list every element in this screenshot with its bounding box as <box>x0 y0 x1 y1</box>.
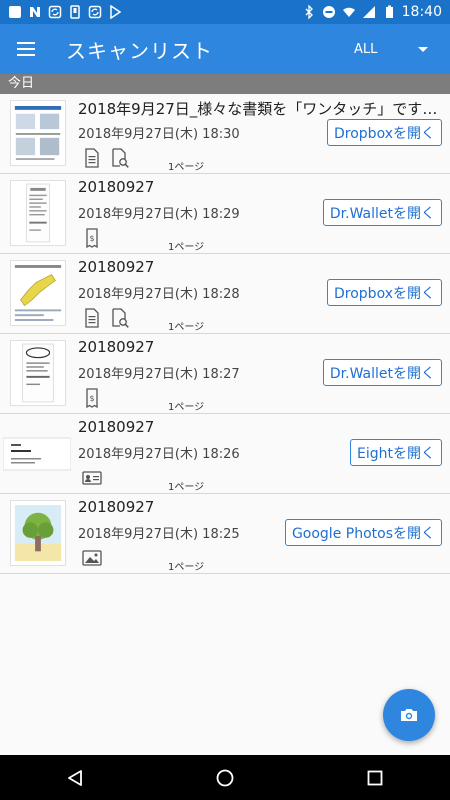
back-triangle-icon <box>68 769 82 786</box>
scan-title: 20180927 <box>78 418 155 436</box>
app-notification-icon <box>9 6 21 18</box>
page-count: 1ページ <box>168 402 205 413</box>
play-store-icon <box>110 5 122 19</box>
page-count: 1ページ <box>168 322 205 333</box>
filter-value: ALL <box>354 41 378 57</box>
scan-title: 20180927 <box>78 258 155 276</box>
scan-list-item[interactable]: 20180927 2018年9月27日(木) 18:27 $ 1ページ Dr.W… <box>0 334 450 414</box>
document-icon <box>85 308 99 328</box>
dropdown-caret-icon <box>418 46 428 52</box>
recents-square-icon <box>367 770 383 785</box>
system-navigation-bar <box>0 755 450 800</box>
filter-dropdown[interactable]: ALL <box>340 29 450 69</box>
camera-icon <box>401 709 417 721</box>
scan-title: 2018年9月27日_様々な書類を「ワンタッチ」ですばや… <box>78 100 440 118</box>
open-drwallet-button[interactable]: Dr.Walletを開く <box>322 199 442 226</box>
scan-list-item[interactable]: 20180927 2018年9月27日(木) 18:25 1ページ Google… <box>0 494 450 574</box>
clock: 18:40 <box>401 4 442 20</box>
scan-list-screen: 18:40 スキャンリスト ALL 今日 2018年9月27日_様々な書類を「ワ… <box>0 0 450 800</box>
scan-thumbnail <box>3 420 71 486</box>
scan-thumbnail <box>10 100 66 166</box>
svg-text:$: $ <box>89 234 94 243</box>
menu-icon <box>17 40 35 58</box>
back-button[interactable] <box>45 755 105 800</box>
camera-scan-button[interactable] <box>383 689 435 741</box>
scan-list-item[interactable]: 20180927 2018年9月27日(木) 18:28 1ページ Dropbo… <box>0 254 450 334</box>
scan-date: 2018年9月27日(木) 18:29 <box>78 207 240 222</box>
signal-icon <box>362 6 375 18</box>
scan-date: 2018年9月27日(木) 18:28 <box>78 287 240 302</box>
open-google-photos-button[interactable]: Google Photosを開く <box>284 519 442 546</box>
scan-type-icons <box>82 548 102 568</box>
wifi-icon <box>342 7 355 17</box>
scan-list: 2018年9月27日_様々な書類を「ワンタッチ」ですばや… 2018年9月27日… <box>0 94 450 574</box>
scan-title: 20180927 <box>78 498 155 516</box>
scan-date: 2018年9月27日(木) 18:27 <box>78 367 240 382</box>
app-bar: スキャンリスト ALL <box>0 24 450 74</box>
scan-date: 2018年9月27日(木) 18:30 <box>78 127 240 142</box>
sync-notification-icon-2 <box>88 5 102 19</box>
ocr-search-icon <box>112 148 129 168</box>
receipt-icon: $ <box>86 228 98 248</box>
scan-type-icons <box>82 308 130 328</box>
scan-date: 2018年9月27日(木) 18:25 <box>78 527 240 542</box>
usb-notification-icon <box>70 5 80 19</box>
scan-thumbnail <box>10 500 66 566</box>
section-header-today: 今日 <box>0 74 450 94</box>
n-notification-icon <box>30 7 40 17</box>
open-drwallet-button[interactable]: Dr.Walletを開く <box>322 359 442 386</box>
page-count: 1ページ <box>168 482 205 493</box>
recents-button[interactable] <box>345 755 405 800</box>
notification-icons <box>8 5 122 19</box>
scan-type-icons <box>82 148 130 168</box>
scan-list-item[interactable]: 20180927 2018年9月27日(木) 18:29 $ 1ページ Dr.W… <box>0 174 450 254</box>
document-icon <box>85 148 99 168</box>
photo-icon <box>82 550 102 566</box>
menu-button[interactable] <box>0 24 52 74</box>
receipt-icon: $ <box>86 388 98 408</box>
scan-type-icons: $ <box>82 228 102 248</box>
scan-type-icons <box>82 468 102 488</box>
page-count: 1ページ <box>168 562 205 573</box>
open-eight-button[interactable]: Eightを開く <box>350 439 442 466</box>
home-button[interactable] <box>195 755 255 800</box>
scan-type-icons: $ <box>82 388 102 408</box>
scan-title: 20180927 <box>78 338 155 356</box>
open-dropbox-button[interactable]: Dropboxを開く <box>327 279 442 306</box>
system-status: 18:40 <box>302 4 442 20</box>
scan-title: 20180927 <box>78 178 155 196</box>
page-count: 1ページ <box>168 162 205 173</box>
scan-thumbnail <box>10 260 66 326</box>
bluetooth-icon <box>305 5 313 19</box>
ocr-search-icon <box>112 308 129 328</box>
scan-date: 2018年9月27日(木) 18:26 <box>78 447 240 462</box>
status-bar: 18:40 <box>0 0 450 24</box>
scan-thumbnail <box>10 340 66 406</box>
scan-list-item[interactable]: 2018年9月27日_様々な書類を「ワンタッチ」ですばや… 2018年9月27日… <box>0 94 450 174</box>
business-card-icon <box>82 471 102 485</box>
sync-notification-icon <box>48 5 62 19</box>
scan-list-item[interactable]: 20180927 2018年9月27日(木) 18:26 1ページ Eightを… <box>0 414 450 494</box>
page-title: スキャンリスト <box>66 38 213 63</box>
scan-thumbnail <box>10 180 66 246</box>
do-not-disturb-icon <box>322 6 335 18</box>
home-circle-icon <box>216 769 234 786</box>
open-dropbox-button[interactable]: Dropboxを開く <box>327 119 442 146</box>
battery-icon <box>385 5 393 18</box>
page-count: 1ページ <box>168 242 205 253</box>
svg-text:$: $ <box>89 394 94 403</box>
